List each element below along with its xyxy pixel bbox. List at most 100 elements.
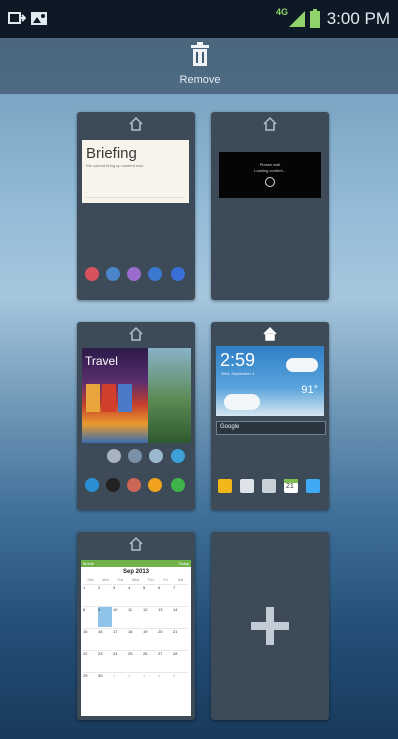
remove-button[interactable]: Remove <box>175 38 225 94</box>
calendar-day-cell[interactable]: 8 <box>83 606 97 627</box>
weather-clock-widget[interactable]: 2:59 Wed, September 4 91° <box>216 346 324 416</box>
calendar-day-cell[interactable]: 9 <box>98 606 112 627</box>
house-red <box>102 384 116 412</box>
status-bar: 4G 3:00 PM <box>0 0 398 38</box>
home-icon[interactable] <box>128 536 144 552</box>
calendar-day-cell[interactable]: 21 <box>173 628 187 649</box>
gallery-icon <box>31 12 47 25</box>
shield-icon[interactable] <box>171 478 185 492</box>
home-icon[interactable] <box>262 116 278 132</box>
calendar-weekday: Sun <box>87 578 94 582</box>
travel-title: Travel <box>85 354 118 368</box>
calendar-day-cell[interactable]: 28 <box>173 650 187 671</box>
cloud-icon-2 <box>286 358 318 372</box>
calendar-day-cell[interactable]: 26 <box>143 650 157 671</box>
briefing-widget[interactable]: Briefing We cannot bring up content now <box>82 140 189 203</box>
cloud-icon <box>224 394 260 410</box>
travel-photo-tile[interactable] <box>148 348 191 443</box>
divider <box>86 197 185 198</box>
home-icon[interactable] <box>128 116 144 132</box>
home-page-3[interactable]: Travel <box>77 322 195 510</box>
calendar-day-cell[interactable]: 23 <box>98 650 112 671</box>
calendar-day-cell[interactable]: 5 <box>143 584 157 605</box>
calendar-weekday: Tue <box>117 578 124 582</box>
calendar-weekday: Sat <box>177 578 184 582</box>
home-page-2[interactable]: Please wait Loading content... <box>211 112 329 300</box>
calendar-day-cell[interactable]: 1 <box>83 584 97 605</box>
loading-text-1: Please wait <box>259 162 281 167</box>
camera-icon[interactable] <box>240 479 254 493</box>
calendar-day: 21 <box>286 483 294 490</box>
calendar-day-cell[interactable]: 10 <box>113 606 127 627</box>
calendar-day-cell[interactable]: 16 <box>98 628 112 649</box>
signal-icon <box>289 11 305 27</box>
calendar-day-cell[interactable]: 2 <box>128 672 142 693</box>
travel-magazine-tile[interactable]: Travel <box>82 348 148 443</box>
google-search-bar[interactable]: Google <box>216 421 326 435</box>
calendar-day-cell[interactable]: 15 <box>83 628 97 649</box>
calendar-day-cell[interactable]: 29 <box>83 672 97 693</box>
calendar-day-cell[interactable]: 1 <box>113 672 127 693</box>
group-play-icon[interactable] <box>127 267 141 281</box>
hub-icon[interactable] <box>306 479 320 493</box>
calendar-day-cell[interactable]: 13 <box>158 606 172 627</box>
home-icon[interactable] <box>128 326 144 342</box>
calendar-day-cell[interactable]: 11 <box>128 606 142 627</box>
calendar-icon[interactable]: 21 <box>284 479 298 493</box>
video-icon[interactable] <box>106 478 120 492</box>
calendar-weekday: Wed <box>131 578 140 582</box>
translator-icon[interactable] <box>171 449 185 463</box>
calendar-day-cell[interactable]: 5 <box>173 672 187 693</box>
loading-screen: Please wait Loading content... <box>219 152 321 198</box>
spinner-icon <box>265 177 275 187</box>
calendar-today-button[interactable]: Today <box>178 561 189 566</box>
music-icon[interactable] <box>127 478 141 492</box>
calendar-day-cell[interactable]: 7 <box>173 584 187 605</box>
calendar-day-cell[interactable]: 22 <box>83 650 97 671</box>
calendar-day-cell[interactable]: 25 <box>128 650 142 671</box>
widget-clock: 2:59 <box>220 350 256 370</box>
calendar-day-cell[interactable]: 6 <box>158 584 172 605</box>
remove-label: Remove <box>179 74 221 86</box>
samsung-link-icon[interactable] <box>148 267 162 281</box>
briefing-title: Briefing <box>86 145 137 162</box>
briefing-subtitle: We cannot bring up content now <box>86 163 144 168</box>
calendar-weekday: Mon <box>102 578 109 582</box>
gallery-icon[interactable] <box>218 479 232 493</box>
calendar-day-cell[interactable]: 4 <box>128 584 142 605</box>
flipboard-icon[interactable] <box>85 267 99 281</box>
calendar-day-cell[interactable]: 3 <box>113 584 127 605</box>
settings-icon[interactable] <box>262 479 276 493</box>
calendar-view-label[interactable]: Month <box>83 561 94 566</box>
home-page-1[interactable]: Briefing We cannot bring up content now <box>77 112 195 300</box>
calendar-day-cell[interactable]: 14 <box>173 606 187 627</box>
calendar-day-cell[interactable]: 2 <box>98 584 112 605</box>
calendar-day-cell[interactable]: 3 <box>143 672 157 693</box>
calendar-widget[interactable]: Month Today Sep 2013 Sun Mon Tue Wed Thu Fri S… <box>81 560 191 716</box>
home-page-4[interactable]: 2:59 Wed, September 4 91° Google 21 <box>211 322 329 510</box>
widget-temp: 91° <box>301 384 318 396</box>
watchon-icon[interactable] <box>128 449 142 463</box>
calendar-day-cell[interactable]: 24 <box>113 650 127 671</box>
messenger-icon[interactable] <box>85 478 99 492</box>
chrome-icon[interactable] <box>171 267 185 281</box>
add-page-button[interactable] <box>211 532 329 720</box>
search-label: Google <box>220 424 240 430</box>
samsung-apps-icon[interactable] <box>106 267 120 281</box>
calendar-day-cell[interactable]: 19 <box>143 628 157 649</box>
home-page-5[interactable]: Month Today Sep 2013 Sun Mon Tue Wed Thu Fri S… <box>77 532 195 720</box>
calendar-day-cell[interactable]: 18 <box>128 628 142 649</box>
calendar-day-cell[interactable]: 20 <box>158 628 172 649</box>
s-voice-icon[interactable] <box>148 478 162 492</box>
calendar-day-cell[interactable]: 12 <box>143 606 157 627</box>
calendar-day-cell[interactable]: 27 <box>158 650 172 671</box>
calendar-day-cell[interactable]: 4 <box>158 672 172 693</box>
samsung-hub-icon[interactable] <box>107 449 121 463</box>
calendar-day-cell[interactable]: 30 <box>98 672 112 693</box>
calendar-day-cell[interactable]: 17 <box>113 628 127 649</box>
weather-icon[interactable] <box>149 449 163 463</box>
house-blue <box>118 384 132 412</box>
house-yellow <box>86 384 100 412</box>
home-icon-active[interactable] <box>262 326 278 342</box>
trash-icon <box>191 42 209 66</box>
